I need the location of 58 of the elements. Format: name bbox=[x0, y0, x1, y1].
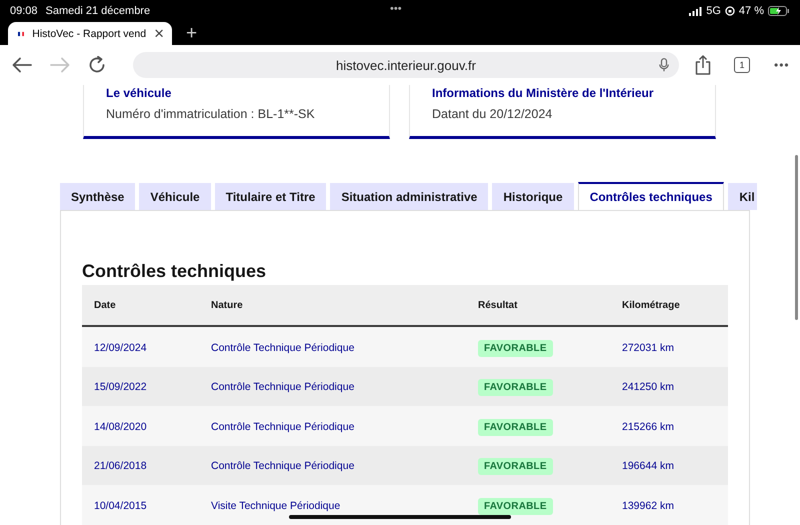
url-text: histovec.interieur.gouv.fr bbox=[336, 58, 476, 72]
network-label: 5G bbox=[706, 5, 721, 17]
date-cell: 10/04/2015 bbox=[94, 500, 147, 512]
close-tab-button[interactable]: × bbox=[154, 25, 164, 42]
flag-icon bbox=[18, 30, 24, 38]
scrollbar[interactable] bbox=[795, 155, 798, 320]
mileage-cell: 139962 km bbox=[622, 500, 674, 512]
result-badge: FAVORABLE bbox=[478, 340, 553, 357]
column-header: Kilométrage bbox=[622, 300, 681, 310]
card-text: Numéro d'immatriculation : BL-1**-SK bbox=[106, 107, 316, 121]
battery-icon bbox=[768, 6, 790, 16]
reload-icon[interactable] bbox=[88, 56, 106, 74]
nature-cell: Visite Technique Périodique bbox=[211, 500, 340, 512]
result-badge: FAVORABLE bbox=[478, 458, 553, 476]
status-date: Samedi 21 décembre bbox=[46, 5, 150, 17]
card-title: Le véhicule bbox=[106, 86, 172, 100]
browser-tab[interactable]: HistoVec - Rapport vend × bbox=[8, 22, 172, 45]
date-cell: 15/09/2022 bbox=[94, 381, 147, 394]
section-tab[interactable]: Titulaire et Titre bbox=[214, 183, 326, 210]
date-cell: 14/08/2020 bbox=[94, 420, 147, 433]
section-tab[interactable]: Synthèse bbox=[60, 183, 136, 210]
mileage-cell: 272031 km bbox=[622, 342, 674, 354]
section-tab[interactable]: Kil bbox=[728, 183, 757, 210]
mileage-cell: 196644 km bbox=[622, 460, 674, 472]
more-menu[interactable]: ••• bbox=[774, 58, 790, 72]
section-tab[interactable]: Situation administrative bbox=[330, 183, 488, 210]
column-header: Date bbox=[94, 300, 117, 310]
battery-percent: 47 % bbox=[738, 5, 764, 17]
mileage-cell: 215266 km bbox=[622, 420, 674, 433]
section-tab[interactable]: Historique bbox=[492, 183, 574, 210]
date-cell: 21/06/2018 bbox=[94, 460, 147, 472]
card-text: Datant du 20/12/2024 bbox=[432, 107, 554, 121]
new-tab-button[interactable]: + bbox=[180, 22, 204, 45]
mileage-cell: 241250 km bbox=[622, 381, 674, 394]
nature-cell: Contrôle Technique Périodique bbox=[211, 420, 354, 433]
section-title: Contrôles techniques bbox=[82, 261, 268, 282]
nature-cell: Contrôle Technique Périodique bbox=[211, 460, 354, 472]
result-badge: FAVORABLE bbox=[478, 418, 553, 436]
column-header: Nature bbox=[211, 300, 244, 310]
address-field[interactable]: histovec.interieur.gouv.fr bbox=[133, 52, 679, 78]
tab-title: HistoVec - Rapport vend bbox=[32, 28, 146, 40]
section-tab[interactable]: Véhicule bbox=[139, 183, 211, 210]
nature-cell: Contrôle Technique Périodique bbox=[211, 381, 354, 394]
date-cell: 12/09/2024 bbox=[94, 342, 147, 354]
result-badge: FAVORABLE bbox=[478, 379, 553, 396]
tab-count[interactable]: 1 bbox=[734, 57, 750, 73]
column-header: Résultat bbox=[478, 300, 518, 310]
back-icon[interactable] bbox=[12, 57, 32, 73]
signal-icon bbox=[689, 6, 702, 16]
share-icon[interactable] bbox=[695, 55, 711, 75]
result-badge: FAVORABLE bbox=[478, 498, 553, 515]
microphone-icon[interactable] bbox=[659, 58, 669, 72]
status-time: 09:08 bbox=[10, 5, 38, 17]
multitask-dots[interactable]: ••• bbox=[390, 3, 402, 15]
nature-cell: Contrôle Technique Périodique bbox=[211, 342, 354, 354]
card-title: Informations du Ministère de l'Intérieur bbox=[432, 86, 655, 100]
rotation-lock-icon bbox=[724, 6, 735, 16]
section-tab[interactable]: Contrôles techniques bbox=[578, 182, 724, 210]
